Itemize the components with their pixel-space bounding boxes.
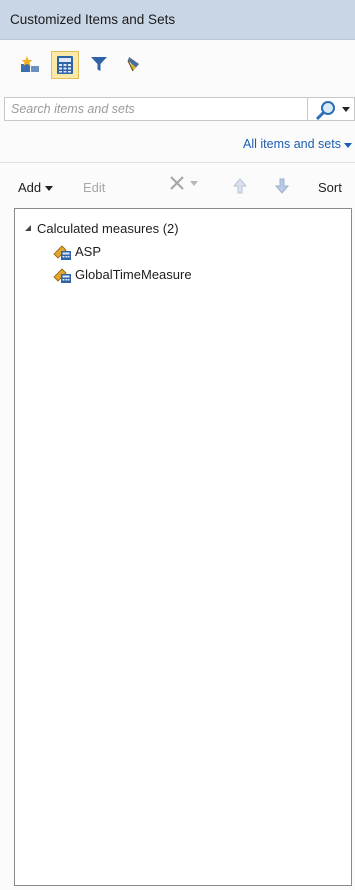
delete-dropdown-icon [190,180,198,186]
filter-row: All items and sets [0,128,355,163]
delete-x-icon [170,176,184,190]
collapse-triangle-icon[interactable] [25,225,31,231]
customized-items-pane: Customized Items and Sets Search items a… [0,0,355,890]
search-dropdown-icon[interactable] [342,107,350,112]
filter-button[interactable] [86,51,114,79]
items-tree: Calculated measures (2) ASP GlobalTimeMe… [14,208,352,886]
calculated-measure-icon [53,268,71,283]
search-row [4,97,355,123]
pane-title: Customized Items and Sets [10,12,176,27]
search-input[interactable] [4,97,309,121]
chevron-down-icon[interactable] [344,143,352,148]
add-label: Add [18,180,42,195]
command-bar: Add Edit Sort [0,172,355,206]
tree-group-label: Calculated measures (2) [37,221,179,236]
new-item-button[interactable] [16,51,44,79]
search-icon [315,101,335,120]
highlight-button[interactable] [121,51,149,79]
search-button[interactable] [307,97,355,121]
tree-item-label: ASP [75,244,102,259]
highlight-icon [127,57,139,72]
arrow-down-icon [274,178,290,194]
arrow-up-icon [232,178,248,194]
pane-title-bar: Customized Items and Sets [0,0,355,40]
tree-item-label: GlobalTimeMeasure [75,267,192,282]
sort-button[interactable]: Sort [318,180,342,195]
delete-button[interactable] [168,174,198,192]
new-item-icon [21,56,39,72]
filter-icon [91,57,107,71]
icon-toolbar [0,41,355,93]
calculator-icon [57,56,73,74]
add-button[interactable]: Add [18,180,54,195]
move-up-button[interactable] [232,178,248,197]
move-down-button[interactable] [274,178,290,197]
calculated-measures-button[interactable] [51,51,79,79]
items-filter-dropdown[interactable]: All items and sets [243,137,341,151]
add-dropdown-icon [45,186,54,192]
edit-button[interactable]: Edit [83,180,105,195]
calculated-measure-icon [53,245,71,260]
